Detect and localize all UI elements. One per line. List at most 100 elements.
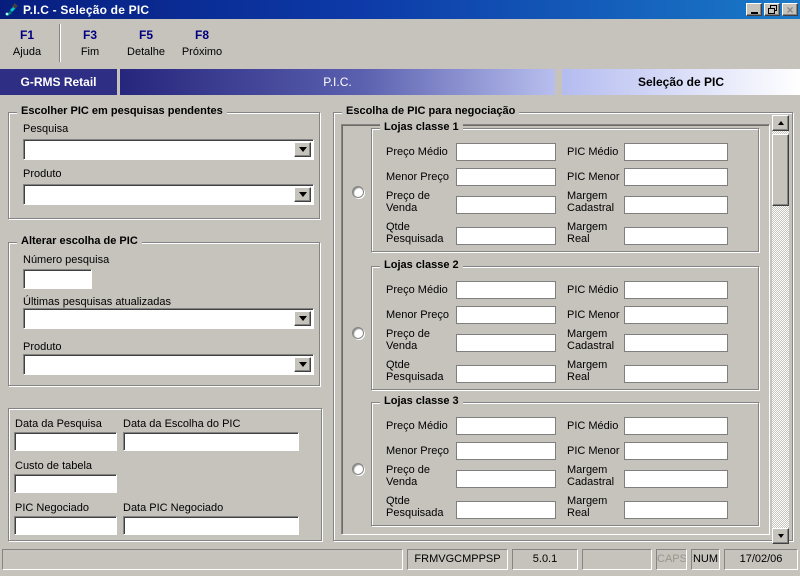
classe-2-qtde-pesquisada-input[interactable] (456, 365, 556, 383)
classe-2-margem-cadastral-input[interactable] (624, 334, 728, 352)
data-da-pesquisa-label: Data da Pesquisa (15, 418, 102, 430)
restore-button[interactable] (764, 3, 780, 16)
preco-medio-label: Preço Médio (386, 284, 448, 296)
fkey-label: F8 (194, 27, 209, 42)
preco-venda-label: Preço de Venda (386, 464, 431, 488)
data-da-escolha-label: Data da Escolha do PIC (123, 418, 241, 430)
data-pic-negociado-label: Data PIC Negociado (123, 502, 224, 514)
numero-pesquisa-input[interactable] (23, 269, 92, 289)
toolbar: F1 Ajuda F3 Fim F5 Detalhe F8 Próximo (0, 19, 800, 66)
classe-2-pic-medio-input[interactable] (624, 281, 728, 299)
group-title: Lojas classe 2 (380, 259, 463, 271)
classe-3-margem-real-input[interactable] (624, 501, 728, 519)
scroll-down-button[interactable] (772, 528, 789, 544)
scroll-up-button[interactable] (772, 115, 789, 131)
ultimas-pesquisas-label: Últimas pesquisas atualizadas (23, 296, 171, 308)
ultimas-pesquisas-dropdown-button[interactable] (294, 311, 311, 326)
fkey-label: F1 (19, 27, 34, 42)
minimize-button[interactable] (746, 3, 762, 16)
classe-1-margem-real-input[interactable] (624, 227, 728, 245)
pending-pic-group: Escolher PIC em pesquisas pendentes Pesq… (8, 105, 320, 219)
pesquisa-combobox-input[interactable] (26, 142, 292, 157)
statusbar: FRMVGCMPPSP 5.0.1 CAPS NUM 17/02/06 (0, 546, 800, 576)
restore-icon (767, 5, 777, 14)
close-button[interactable]: × (782, 3, 798, 16)
group-title: Lojas classe 3 (380, 395, 463, 407)
data-pic-negociado-input[interactable] (123, 516, 299, 535)
margem-real-label: Margem Real (567, 495, 608, 519)
produto-combobox-input[interactable] (26, 187, 292, 202)
arrow-down-icon (777, 534, 784, 541)
classe-1-pic-menor-input[interactable] (624, 168, 728, 186)
classe-1-margem-cadastral-input[interactable] (624, 196, 728, 214)
pic-medio-label: PIC Médio (567, 420, 619, 432)
toolbar-button-ajuda[interactable]: F1 Ajuda (3, 28, 51, 58)
status-version: 5.0.1 (512, 549, 578, 570)
produto-dropdown-button[interactable] (294, 187, 311, 202)
margem-real-label: Margem Real (567, 359, 608, 383)
pic-negociado-input[interactable] (14, 516, 117, 535)
classe-1-qtde-pesquisada-input[interactable] (456, 227, 556, 245)
classe-3-pic-medio-input[interactable] (624, 417, 728, 435)
toolbar-separator (59, 23, 61, 62)
group-title: Escolher PIC em pesquisas pendentes (17, 105, 227, 117)
arrow-up-icon (777, 118, 784, 125)
classe-2-margem-real-input[interactable] (624, 365, 728, 383)
radio-classe-2[interactable] (352, 327, 364, 339)
menor-preco-label: Menor Preço (386, 309, 449, 321)
classe-3-preco-medio-input[interactable] (456, 417, 556, 435)
produto-combobox[interactable] (23, 184, 314, 205)
custo-de-tabela-input[interactable] (14, 474, 117, 493)
status-extra (582, 549, 652, 570)
ultimas-pesquisas-combobox[interactable] (23, 308, 314, 329)
classe-1-menor-preco-input[interactable] (456, 168, 556, 186)
group-title: Alterar escolha de PIC (17, 235, 142, 247)
preco-venda-label: Preço de Venda (386, 190, 431, 214)
menor-preco-label: Menor Preço (386, 445, 449, 457)
preco-medio-label: Preço Médio (386, 146, 448, 158)
classe-1-preco-venda-input[interactable] (456, 196, 556, 214)
button-label: Próximo (181, 45, 223, 58)
pesquisa-label: Pesquisa (23, 123, 69, 135)
ultimas-pesquisas-combobox-input[interactable] (26, 311, 292, 326)
data-da-escolha-input[interactable] (123, 432, 299, 451)
chevron-down-icon (298, 316, 307, 325)
button-label: Detalhe (127, 45, 165, 58)
window-title: P.I.C - Seleção de PIC (23, 2, 150, 17)
pic-menor-label: PIC Menor (567, 445, 620, 457)
classe-2-preco-venda-input[interactable] (456, 334, 556, 352)
classe-3-pic-menor-input[interactable] (624, 442, 728, 460)
group-title: Lojas classe 1 (380, 121, 463, 133)
toolbar-button-fim[interactable]: F3 Fim (67, 28, 113, 58)
application-window: P.I.C - Seleção de PIC × F1 Ajuda F3 Fim… (0, 0, 800, 576)
scroll-thumb[interactable] (772, 134, 789, 206)
toolbar-button-detalhe[interactable]: F5 Detalhe (118, 28, 174, 58)
toolbar-button-proximo[interactable]: F8 Próximo (174, 28, 230, 58)
classe-2-group: Lojas classe 2 Preço Médio PIC Médio Men… (371, 259, 759, 390)
data-da-pesquisa-input[interactable] (14, 432, 117, 451)
vertical-scrollbar[interactable] (772, 115, 789, 544)
preco-venda-label: Preço de Venda (386, 328, 431, 352)
classe-2-preco-medio-input[interactable] (456, 281, 556, 299)
pesquisa-combobox[interactable] (23, 139, 314, 160)
pic-negociado-label: PIC Negociado (15, 502, 89, 514)
chevron-down-icon (298, 192, 307, 201)
classe-2-menor-preco-input[interactable] (456, 306, 556, 324)
classe-3-margem-cadastral-input[interactable] (624, 470, 728, 488)
classe-3-qtde-pesquisada-input[interactable] (456, 501, 556, 519)
produto-combobox-2[interactable] (23, 354, 314, 375)
produto-dropdown-button-2[interactable] (294, 357, 311, 372)
close-icon: × (786, 2, 794, 17)
classe-1-preco-medio-input[interactable] (456, 143, 556, 161)
status-date: 17/02/06 (724, 549, 798, 570)
classe-2-pic-menor-input[interactable] (624, 306, 728, 324)
classe-1-pic-medio-input[interactable] (624, 143, 728, 161)
pic-medio-label: PIC Médio (567, 284, 619, 296)
pesquisa-dropdown-button[interactable] (294, 142, 311, 157)
classe-3-preco-venda-input[interactable] (456, 470, 556, 488)
radio-classe-3[interactable] (352, 463, 364, 475)
produto-combobox-2-input[interactable] (26, 357, 292, 372)
change-pic-group: Alterar escolha de PIC Número pesquisa Ú… (8, 235, 320, 386)
radio-classe-1[interactable] (352, 186, 364, 198)
classe-3-menor-preco-input[interactable] (456, 442, 556, 460)
